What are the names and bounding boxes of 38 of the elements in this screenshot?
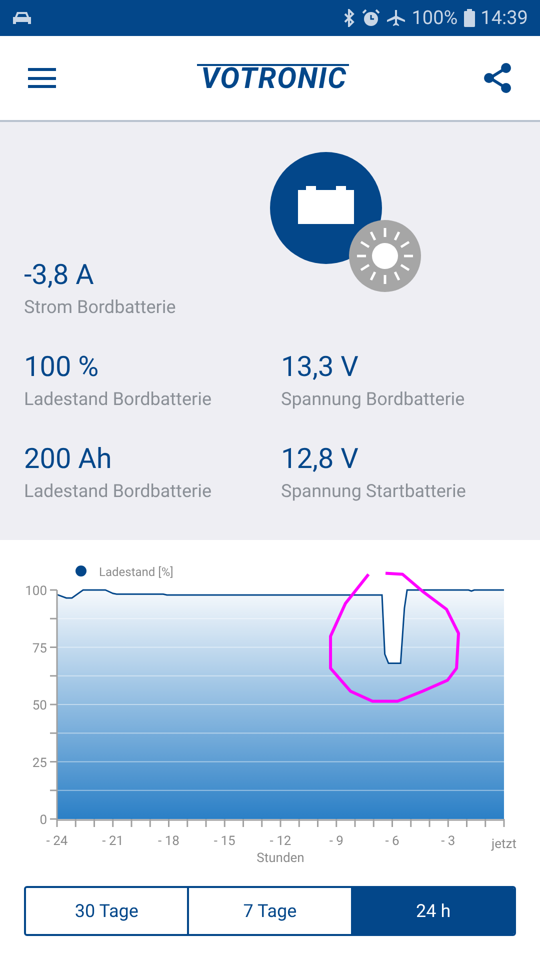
y-tick-label: 75 [32, 641, 47, 656]
airplane-icon [386, 9, 406, 27]
legend-dot [76, 566, 86, 576]
reading-value: 200 Ah [24, 442, 113, 476]
reading-label: Ladestand Bordbatterie [24, 480, 213, 504]
logo: VOTRONIC [196, 64, 349, 92]
car-icon [12, 10, 32, 26]
x-tick-label: - 15 [214, 834, 236, 849]
battery-percentage: 100% [412, 4, 458, 31]
y-tick-label: 0 [40, 813, 47, 828]
reading-label: Strom Bordbatterie [24, 296, 177, 320]
reading-value: 100 % [24, 350, 100, 384]
reading-label: Spannung Startbatterie [281, 480, 467, 504]
x-tick-label: - 6 [385, 834, 400, 849]
share-icon[interactable] [484, 63, 512, 93]
y-tick-label: 50 [32, 698, 47, 714]
reading-label: Ladestand Bordbatterie [24, 388, 213, 412]
battery-icon [464, 9, 475, 27]
y-tick-label: 100 [25, 584, 47, 599]
clock-time: 14:39 [480, 4, 528, 31]
legend-label: Ladestand [%] [99, 565, 174, 579]
range-tab[interactable]: 24 h [350, 888, 514, 934]
x-tick-label: - 12 [270, 834, 292, 849]
x-tick-label: jetzt [492, 837, 516, 852]
bluetooth-icon [342, 9, 356, 27]
alarm-clock-icon [362, 9, 380, 27]
y-tick-label: 25 [32, 756, 47, 771]
x-axis-title: Stunden [256, 851, 304, 866]
menu-button[interactable] [28, 67, 56, 89]
reading-value: -3,8 A [24, 258, 95, 292]
x-tick-label: - 9 [329, 834, 344, 849]
x-tick-label: - 18 [158, 834, 180, 849]
x-tick-label: - 24 [46, 834, 68, 849]
reading-label: Spannung Bordbatterie [281, 388, 466, 412]
reading-value: 12,8 V [281, 442, 360, 476]
x-tick-label: - 21 [102, 834, 124, 849]
x-tick-label: - 3 [441, 834, 456, 849]
reading-value: 13,3 V [281, 350, 360, 384]
